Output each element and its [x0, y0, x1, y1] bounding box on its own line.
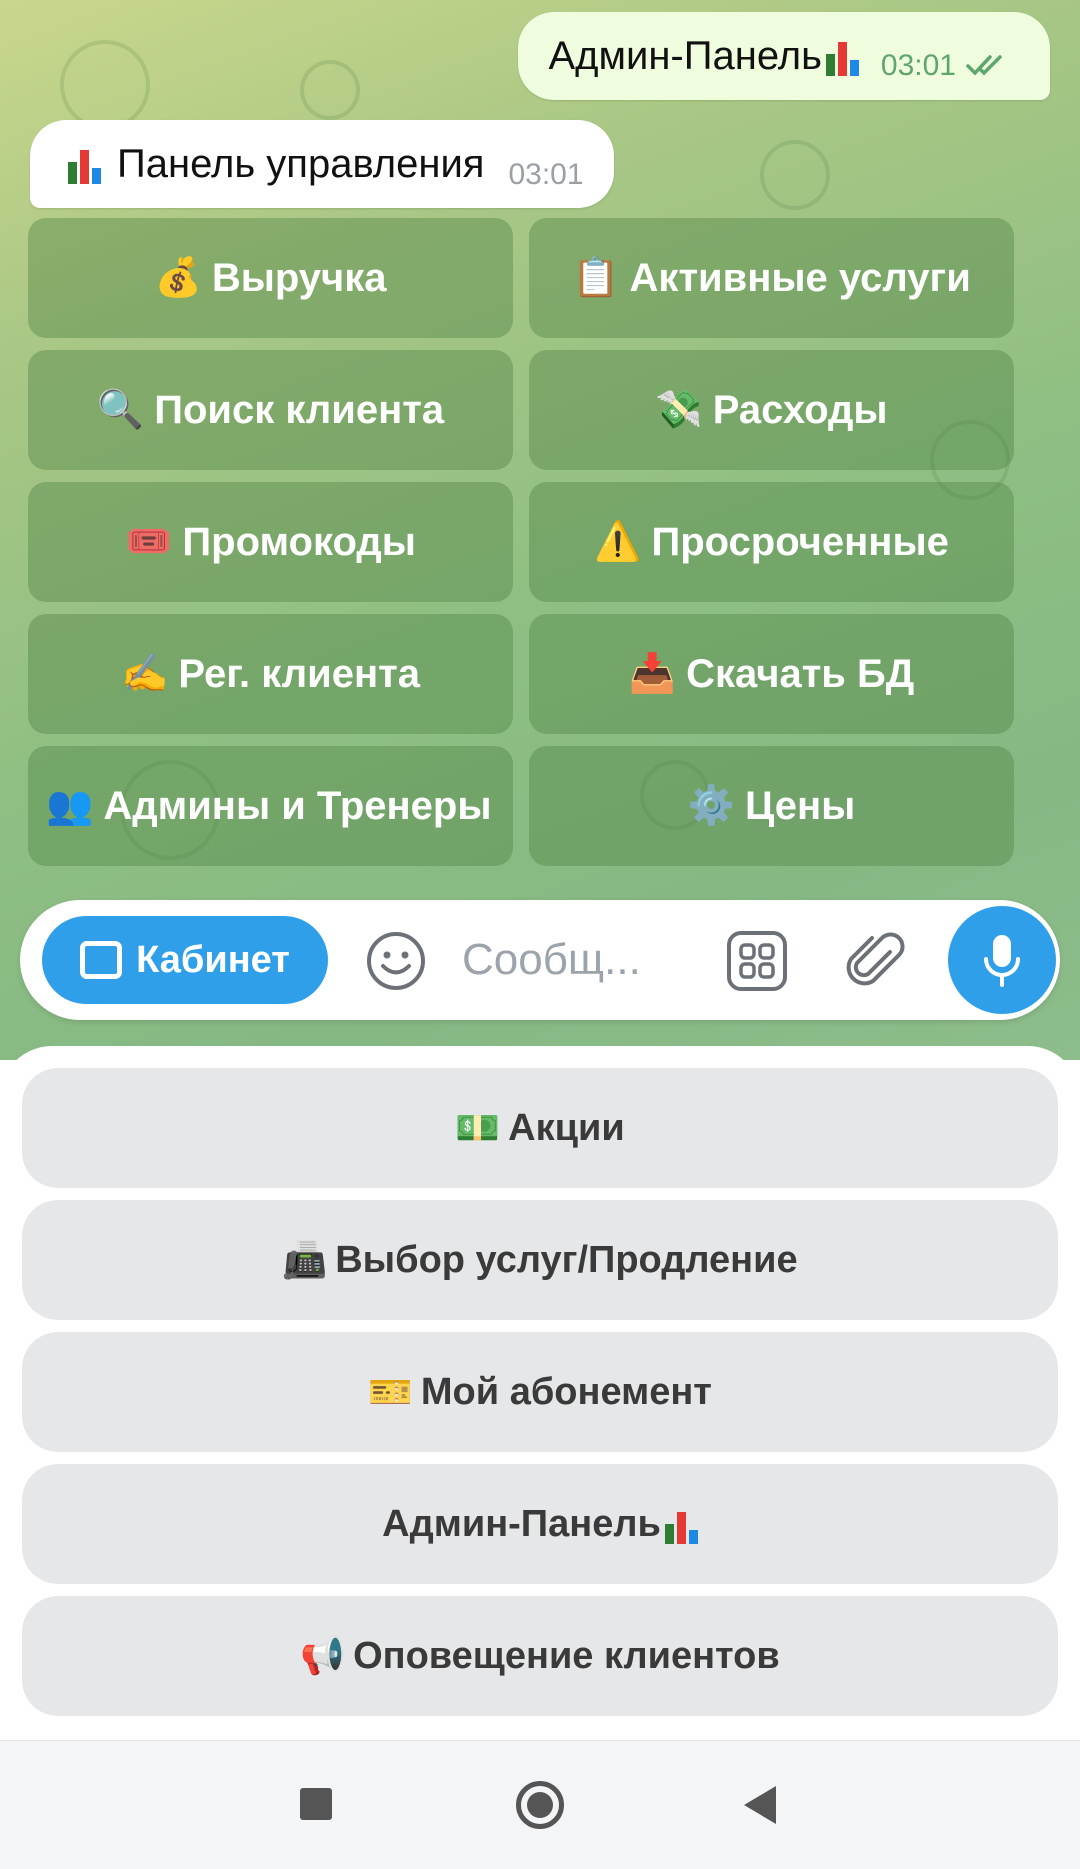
inline-button-promocodes[interactable]: 🎟️ Промокоды [28, 482, 513, 602]
clipboard-icon: 📋 [572, 257, 620, 299]
inline-button-label: Активные услуги [629, 255, 971, 300]
reply-keyboard: 💵 Акции 📠 Выбор услуг/Продление 🎫 Мой аб… [0, 1046, 1080, 1746]
inline-button-expenses[interactable]: 💸 Расходы [529, 350, 1014, 470]
reply-button-notify-clients[interactable]: 📢 Оповещение клиентов [22, 1596, 1058, 1716]
reply-button-promotions[interactable]: 💵 Акции [22, 1068, 1058, 1188]
inline-button-client-search[interactable]: 🔍 Поиск клиента [28, 350, 513, 470]
ticket-icon: 🎟️ [125, 521, 173, 563]
microphone-icon [984, 935, 1020, 987]
reply-button-my-membership[interactable]: 🎫 Мой абонемент [22, 1332, 1058, 1452]
back-icon[interactable] [744, 1786, 776, 1824]
reply-button-services-renewal[interactable]: 📠 Выбор услуг/Продление [22, 1200, 1058, 1320]
gear-icon: ⚙️ [687, 785, 736, 827]
outgoing-message[interactable]: Админ-Панель 03:01 [518, 12, 1050, 100]
reply-button-admin-panel[interactable]: Админ-Панель [22, 1464, 1058, 1584]
inline-button-label: Поиск клиента [154, 387, 445, 432]
bar-chart-icon [825, 36, 859, 76]
inline-button-label: Выручка [211, 255, 387, 300]
inline-keyboard: 💰 Выручка 📋 Активные услуги 🔍 Поиск клие… [28, 218, 1014, 866]
home-icon[interactable] [516, 1781, 564, 1829]
wallpaper-doodle [60, 40, 150, 130]
warning-icon: ⚠️ [594, 521, 642, 563]
inbox-tray-icon: 📥 [628, 653, 677, 695]
attach-icon[interactable] [846, 930, 906, 992]
wallpaper-doodle [760, 140, 830, 210]
inline-button-label: Расходы [712, 387, 888, 432]
inline-button-revenue[interactable]: 💰 Выручка [28, 218, 513, 338]
inline-button-label: Админы и Тренеры [103, 783, 492, 828]
inline-button-label: Скачать БД [686, 651, 915, 696]
bar-chart-icon [664, 1504, 698, 1544]
cabinet-button[interactable]: Кабинет [42, 916, 328, 1004]
inline-button-download-db[interactable]: 📥 Скачать БД [529, 614, 1014, 734]
inline-button-register-client[interactable]: ✍️ Рег. клиента [28, 614, 513, 734]
incoming-message[interactable]: Панель управления 03:01 [30, 120, 614, 208]
inline-button-label: Цены [745, 783, 856, 828]
fax-icon: 📠 [282, 1239, 328, 1280]
outgoing-message-time: 03:01 [880, 49, 956, 82]
inline-button-label: Просроченные [651, 519, 949, 564]
inline-button-prices[interactable]: ⚙️ Цены [529, 746, 1014, 866]
voice-record-button[interactable] [948, 906, 1056, 1014]
wallpaper-doodle [300, 60, 360, 120]
writing-hand-icon: ✍️ [121, 653, 169, 695]
bar-chart-icon [68, 144, 101, 184]
magnifier-icon: 🔍 [96, 389, 145, 431]
incoming-message-text: Панель управления [117, 141, 485, 186]
web-app-icon [80, 941, 123, 979]
reply-button-label: Мой абонемент [420, 1370, 712, 1413]
outgoing-message-text: Админ-Панель [548, 33, 822, 78]
message-input[interactable] [462, 930, 692, 990]
inline-button-label: Промокоды [182, 519, 416, 564]
reply-button-label: Оповещение клиентов [353, 1634, 780, 1677]
cabinet-button-label: Кабинет [136, 938, 290, 981]
reply-button-label: Админ-Панель [382, 1502, 661, 1545]
banknote-icon: 💵 [455, 1107, 501, 1148]
system-navigation-bar [0, 1740, 1080, 1869]
reply-button-label: Акции [508, 1106, 625, 1149]
reply-button-label: Выбор услуг/Продление [335, 1238, 798, 1281]
recent-apps-icon[interactable] [300, 1788, 332, 1820]
message-input-bar: Кабинет [20, 900, 1060, 1020]
money-bag-icon: 💰 [154, 257, 202, 299]
emoji-icon[interactable] [365, 930, 427, 992]
inline-button-active-services[interactable]: 📋 Активные услуги [529, 218, 1014, 338]
double-check-icon [966, 55, 1002, 76]
inline-button-overdue[interactable]: ⚠️ Просроченные [529, 482, 1014, 602]
money-wings-icon: 💸 [655, 389, 703, 431]
people-icon: 👥 [46, 785, 94, 827]
megaphone-icon: 📢 [300, 1635, 346, 1676]
bot-commands-icon[interactable] [726, 930, 788, 992]
inline-button-label: Рег. клиента [178, 651, 420, 696]
ticket-icon: 🎫 [368, 1371, 413, 1412]
incoming-message-time: 03:01 [508, 158, 584, 191]
inline-button-admins-trainers[interactable]: 👥 Админы и Тренеры [28, 746, 513, 866]
